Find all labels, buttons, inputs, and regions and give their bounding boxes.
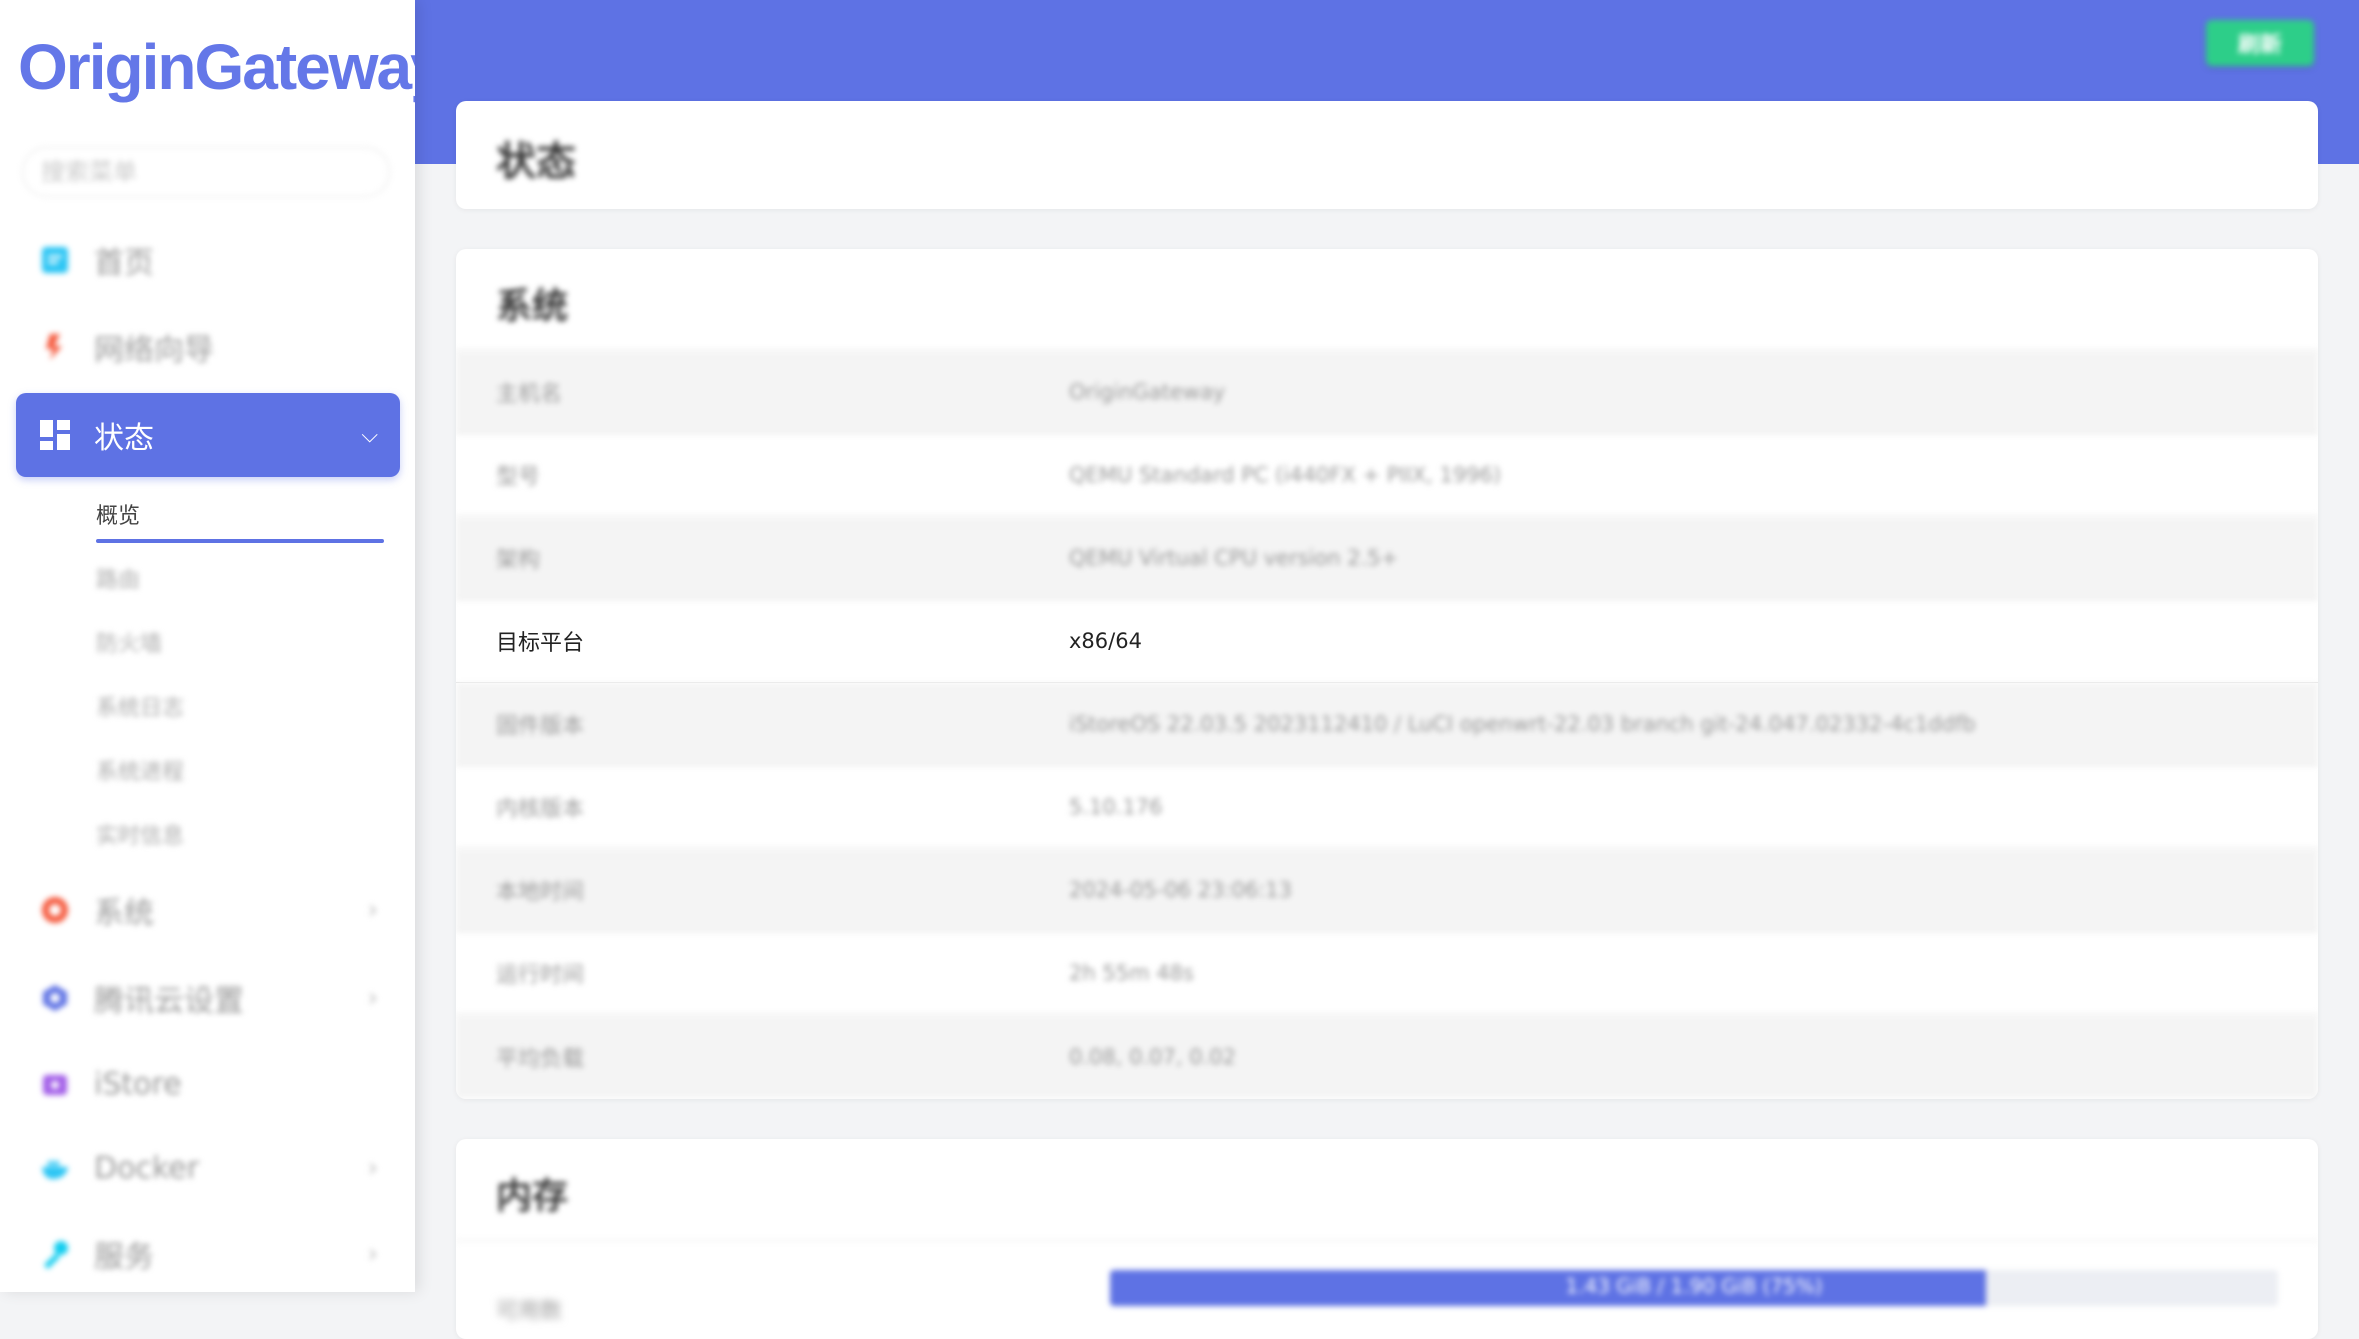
chevron-right-icon: › — [367, 983, 378, 1013]
store-icon — [38, 1067, 72, 1101]
row-value: 5.10.176 — [1069, 795, 1163, 819]
system-icon — [38, 893, 72, 927]
row-key: 内核版本 — [496, 797, 585, 822]
nav-item-home[interactable]: 首页 — [16, 218, 400, 302]
row-value: 0.08, 0.07, 0.02 — [1069, 1044, 1236, 1069]
row-value: x86/64 — [1069, 629, 1142, 653]
row-key: 架构 — [496, 548, 541, 573]
table-row: 主机名 OriginGateway — [456, 351, 2318, 434]
subnav-system-log[interactable]: 系统日志 — [96, 690, 184, 722]
page-title-card: 状态 — [456, 101, 2318, 209]
wizard-icon — [38, 330, 72, 364]
home-icon — [38, 243, 72, 277]
nav-item-tencent-cloud[interactable]: 腾讯云设置 › — [16, 956, 400, 1040]
chevron-down-icon: ⌵ — [361, 422, 378, 448]
subnav-processes[interactable]: 系统进程 — [96, 754, 184, 786]
memory-progress-bar: 1.43 GiB / 1.90 GiB (75%) — [1110, 1270, 2278, 1306]
nav-label: 网络向导 — [94, 333, 214, 368]
nav-item-services[interactable]: 服务 › — [16, 1212, 400, 1292]
row-key: 目标平台 — [496, 631, 585, 656]
nav-item-system[interactable]: 系统 › — [16, 868, 400, 952]
cloud-icon — [38, 981, 72, 1015]
system-card: 系统 主机名 OriginGateway 型号 QEMU Standard PC… — [456, 249, 2318, 1099]
brand-logo[interactable]: OriginGateway — [18, 30, 415, 104]
menu-search-input[interactable] — [22, 147, 390, 197]
nav-item-network-wizard[interactable]: 网络向导 — [16, 305, 400, 389]
docker-icon — [38, 1151, 72, 1185]
nav-label: 系统 — [94, 896, 154, 931]
nav-item-istore[interactable]: iStore — [16, 1042, 400, 1126]
table-row: 固件版本 iStoreOS 22.03.5 2023112410 / LuCI … — [456, 683, 2318, 766]
row-key: 固件版本 — [496, 714, 585, 739]
row-key: 平均负载 — [496, 1046, 585, 1072]
nav-label: 首页 — [94, 246, 154, 281]
chevron-right-icon: › — [367, 1239, 378, 1269]
sidebar: OriginGateway 首页 网络向导 状态 ⌵ 概览 路由 防火墙 系统日… — [0, 0, 415, 1292]
table-row: 运行时间 2h 55m 48s — [456, 932, 2318, 1015]
row-value: 2h 55m 48s — [1069, 961, 1194, 985]
row-value: iStoreOS 22.03.5 2023112410 / LuCI openw… — [1069, 712, 1976, 736]
table-row: 内核版本 5.10.176 — [456, 766, 2318, 849]
subnav-overview[interactable]: 概览 — [96, 498, 140, 530]
table-row: 架构 QEMU Virtual CPU version 2.5+ — [456, 517, 2318, 600]
chevron-right-icon: › — [367, 895, 378, 925]
memory-card: 内存 可用数 1.43 GiB / 1.90 GiB (75%) — [456, 1139, 2318, 1339]
row-value: QEMU Virtual CPU version 2.5+ — [1069, 546, 1399, 570]
row-key: 可用数 — [496, 1299, 563, 1324]
chevron-right-icon: › — [367, 1153, 378, 1183]
nav-label: 腾讯云设置 — [94, 984, 244, 1019]
subnav-realtime[interactable]: 实时信息 — [96, 818, 184, 850]
nav-label: 服务 — [94, 1240, 154, 1275]
row-key: 本地时间 — [496, 880, 585, 905]
nav-label: 状态 — [94, 421, 154, 456]
row-key: 运行时间 — [496, 963, 585, 988]
table-row: 目标平台 x86/64 — [456, 600, 2318, 683]
nav-item-status[interactable]: 状态 ⌵ — [16, 393, 400, 477]
section-title: 内存 — [456, 1139, 2318, 1241]
nav-label: iStore — [94, 1066, 182, 1102]
row-value: OriginGateway — [1069, 380, 1226, 404]
nav-item-docker[interactable]: Docker › — [16, 1126, 400, 1210]
table-row: 平均负载 0.08, 0.07, 0.02 — [456, 1015, 2318, 1098]
nav-label: Docker — [94, 1150, 200, 1186]
row-value: QEMU Standard PC (i440FX + PIIX, 1996) — [1069, 463, 1502, 487]
section-title: 系统 — [456, 249, 2318, 351]
row-key: 型号 — [496, 465, 541, 490]
page-title: 状态 — [496, 139, 576, 185]
active-underline — [96, 539, 384, 543]
refresh-button[interactable]: 刷新 — [2206, 20, 2314, 66]
dashboard-icon — [38, 418, 72, 452]
table-row: 型号 QEMU Standard PC (i440FX + PIIX, 1996… — [456, 434, 2318, 517]
progress-text: 1.43 GiB / 1.90 GiB (75%) — [1565, 1274, 1823, 1298]
system-info-table: 主机名 OriginGateway 型号 QEMU Standard PC (i… — [456, 351, 2318, 1098]
table-row: 本地时间 2024-05-06 23:06:13 — [456, 849, 2318, 932]
row-value: 2024-05-06 23:06:13 — [1069, 878, 1293, 902]
row-key: 主机名 — [496, 382, 563, 407]
service-icon — [38, 1237, 72, 1271]
subnav-routes[interactable]: 路由 — [96, 562, 140, 594]
subnav-firewall[interactable]: 防火墙 — [96, 626, 162, 658]
